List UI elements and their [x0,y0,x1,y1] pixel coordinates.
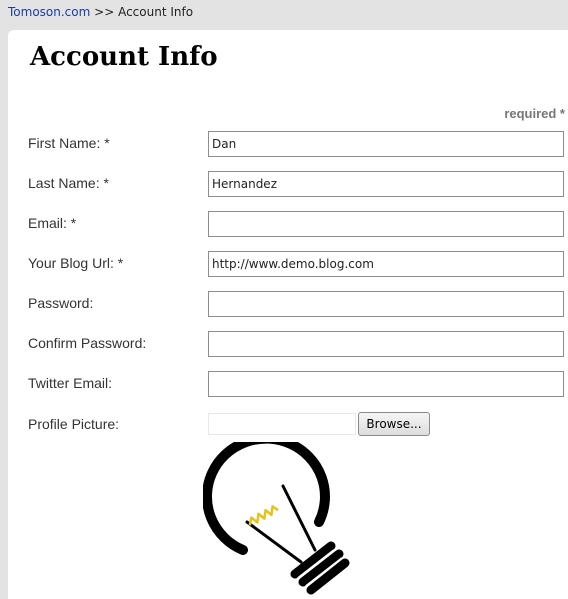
breadcrumb: Tomoson.com >> Account Info [0,0,568,28]
password-label: Password: [28,295,94,311]
email-field[interactable] [208,211,564,237]
content-panel: Account Info required * First Name: * La… [8,30,568,599]
browse-button[interactable]: Browse... [358,412,430,436]
blog-url-row: Your Blog Url: * [8,251,568,277]
breadcrumb-home-link[interactable]: Tomoson.com [8,5,90,19]
twitter-email-label: Twitter Email: [28,375,113,391]
confirm-password-field[interactable] [208,331,564,357]
email-label: Email: * [28,215,77,231]
file-path-field[interactable] [208,413,356,435]
first-name-field[interactable] [208,131,564,157]
last-name-label: Last Name: * [28,175,109,191]
twitter-email-field[interactable] [208,371,564,397]
email-row: Email: * [8,211,568,237]
first-name-row: First Name: * [8,131,568,157]
page-title: Account Info [30,42,218,72]
lightbulb-icon [203,442,350,595]
profile-picture-row: Profile Picture: Browse... [8,412,568,438]
password-row: Password: [8,291,568,317]
required-note: required * [504,106,565,121]
blog-url-label: Your Blog Url: * [28,255,124,271]
confirm-password-row: Confirm Password: [8,331,568,357]
breadcrumb-current: Account Info [118,5,194,19]
confirm-password-label: Confirm Password: [28,335,147,351]
password-field[interactable] [208,291,564,317]
twitter-email-row: Twitter Email: [8,371,568,397]
blog-url-field[interactable] [208,251,564,277]
profile-picture-label: Profile Picture: [28,416,120,432]
last-name-field[interactable] [208,171,564,197]
last-name-row: Last Name: * [8,171,568,197]
first-name-label: First Name: * [28,135,110,151]
breadcrumb-separator: >> [94,5,115,19]
